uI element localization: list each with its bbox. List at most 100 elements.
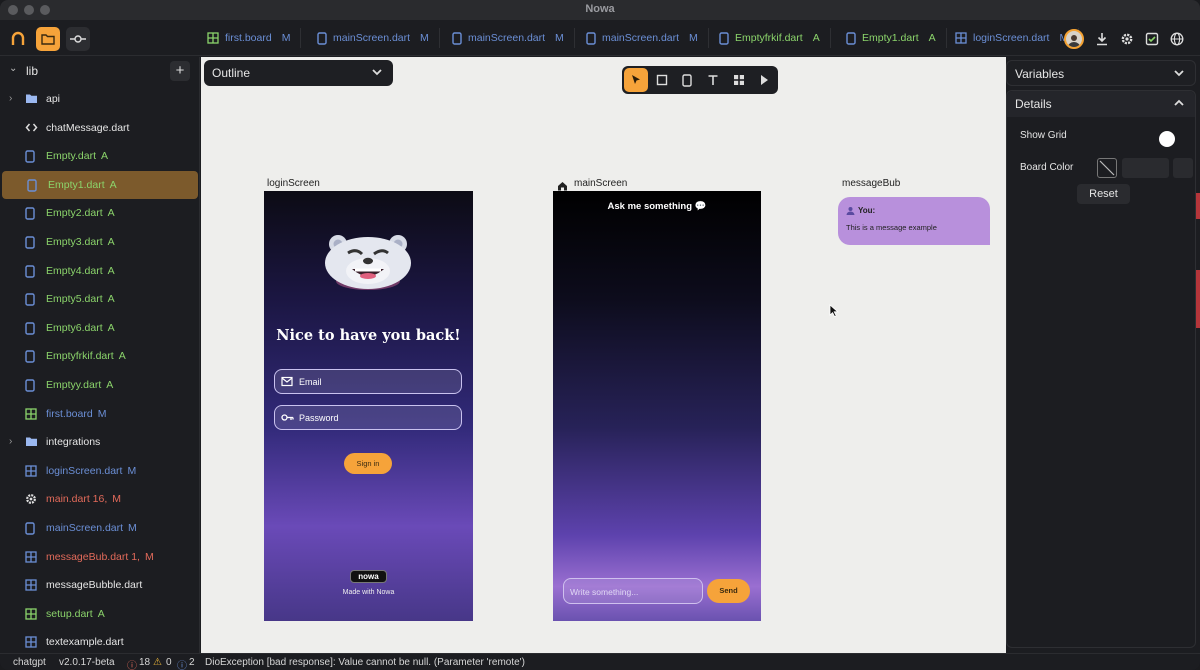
no-color-icon bbox=[1099, 160, 1115, 176]
color-value-field[interactable] bbox=[1122, 158, 1169, 178]
login-screen-frame[interactable]: Nice to have you back! Email Password Si… bbox=[264, 191, 473, 621]
phone-icon bbox=[25, 322, 37, 335]
sidebar-item-label: Emptyy.dart A bbox=[46, 379, 113, 391]
board-color-swatch[interactable] bbox=[1097, 158, 1117, 178]
nowa-badge: nowa bbox=[350, 570, 387, 583]
sidebar-item[interactable]: Empty5.dart A bbox=[0, 285, 199, 313]
file-status: A bbox=[107, 321, 115, 334]
show-grid-toggle[interactable] bbox=[1159, 131, 1175, 147]
sidebar-item[interactable]: textexample.dart bbox=[0, 628, 199, 653]
play-icon bbox=[761, 75, 769, 85]
editor-tab[interactable]: Emptyfrkif.dart A bbox=[719, 28, 831, 48]
bear-mascot-image bbox=[325, 235, 411, 290]
email-placeholder: Email bbox=[299, 377, 322, 387]
sidebar-item[interactable]: Empty.dart A bbox=[0, 142, 199, 170]
email-field[interactable]: Email bbox=[274, 369, 462, 394]
chevron-right-icon[interactable]: › bbox=[9, 436, 12, 447]
sidebar-item[interactable]: Emptyfrkif.dart A bbox=[0, 342, 199, 370]
sidebar-item[interactable]: › api bbox=[0, 85, 199, 113]
bubble-sender: You: bbox=[858, 206, 876, 215]
run-preview-button[interactable] bbox=[752, 68, 776, 92]
reset-button[interactable]: Reset bbox=[1077, 184, 1130, 204]
password-field[interactable]: Password bbox=[274, 405, 462, 430]
error-count[interactable]: 18 bbox=[139, 657, 150, 668]
send-button[interactable]: Send bbox=[707, 579, 750, 603]
title-bar: Nowa bbox=[0, 0, 1200, 20]
screen-tool-button[interactable] bbox=[675, 68, 699, 92]
sidebar-item[interactable]: first.board M bbox=[0, 400, 199, 428]
sign-in-button[interactable]: Sign in bbox=[344, 453, 392, 474]
password-placeholder: Password bbox=[299, 413, 339, 423]
variables-dropdown[interactable]: Variables bbox=[1006, 60, 1196, 86]
file-name: first.board bbox=[46, 407, 93, 420]
select-tool-button[interactable] bbox=[624, 68, 648, 92]
sidebar-item[interactable]: messageBub.dart 1, M bbox=[0, 543, 199, 571]
sidebar-item[interactable]: chatMessage.dart bbox=[0, 114, 199, 142]
tab-label: mainScreen.dart bbox=[468, 32, 546, 44]
rectangle-tool-button[interactable] bbox=[650, 68, 674, 92]
info-count[interactable]: 2 bbox=[189, 657, 195, 668]
frame-label-bubble[interactable]: messageBub bbox=[842, 178, 900, 189]
variables-label: Variables bbox=[1015, 67, 1065, 81]
sidebar-item[interactable]: Empty2.dart A bbox=[0, 199, 199, 227]
add-file-button[interactable]: + bbox=[170, 61, 190, 81]
editor-tab[interactable]: loginScreen.dart M bbox=[955, 28, 1080, 48]
sidebar-item[interactable]: Empty1.dart A bbox=[2, 170, 198, 199]
file-name: Empty1.dart bbox=[48, 178, 105, 191]
tab-label: Emptyfrkif.dart bbox=[735, 32, 803, 44]
files-view-button[interactable] bbox=[36, 27, 60, 51]
editor-tab[interactable]: Empty1.dart A bbox=[846, 28, 947, 48]
sidebar-item[interactable]: Emptyy.dart A bbox=[0, 371, 199, 399]
bubble-message: This is a message example bbox=[846, 223, 937, 232]
sidebar-item[interactable]: loginScreen.dart M bbox=[0, 457, 199, 485]
user-avatar[interactable] bbox=[1064, 29, 1084, 49]
file-status: A bbox=[97, 607, 105, 620]
sidebar-item[interactable]: mainScreen.dart M bbox=[0, 514, 199, 542]
sidebar-item[interactable]: Empty6.dart A bbox=[0, 314, 199, 342]
details-label: Details bbox=[1015, 97, 1052, 111]
checklist-icon[interactable] bbox=[1145, 32, 1159, 46]
editor-tab[interactable]: first.board M bbox=[207, 28, 302, 48]
folder-icon bbox=[41, 34, 55, 45]
file-name: Emptyy.dart bbox=[46, 379, 102, 391]
sidebar-item[interactable]: main.dart 16, M bbox=[0, 485, 199, 513]
editor-tab[interactable]: mainScreen.dart M bbox=[586, 28, 709, 48]
text-tool-button[interactable] bbox=[701, 68, 725, 92]
gear-icon[interactable] bbox=[1120, 32, 1134, 46]
frame-label-login[interactable]: loginScreen bbox=[267, 178, 320, 189]
explorer-root-label: lib bbox=[26, 64, 39, 78]
frame-label-main[interactable]: mainScreen bbox=[574, 178, 627, 189]
show-grid-label: Show Grid bbox=[1020, 130, 1067, 141]
details-header[interactable]: Details bbox=[1007, 91, 1195, 117]
globe-icon[interactable] bbox=[1170, 32, 1184, 46]
project-name[interactable]: chatgpt bbox=[13, 657, 46, 668]
version-label: v2.0.17-beta bbox=[59, 657, 115, 668]
sidebar-item-label: api bbox=[46, 93, 65, 105]
warning-count[interactable]: 0 bbox=[166, 657, 172, 668]
sidebar-item-label: Empty2.dart A bbox=[46, 207, 115, 219]
warning-icon: ⚠ bbox=[153, 657, 162, 668]
sidebar-item[interactable]: messageBubble.dart bbox=[0, 571, 199, 599]
sidebar-item[interactable]: › integrations bbox=[0, 428, 199, 456]
message-bubble-frame[interactable]: You: This is a message example bbox=[838, 197, 990, 245]
chevron-right-icon[interactable]: › bbox=[9, 93, 12, 104]
sidebar-item[interactable]: Empty4.dart A bbox=[0, 257, 199, 285]
git-view-button[interactable] bbox=[66, 27, 90, 51]
sidebar-item[interactable]: Empty3.dart A bbox=[0, 228, 199, 256]
color-opacity-field[interactable] bbox=[1173, 158, 1193, 178]
tab-label: Empty1.dart bbox=[862, 32, 919, 44]
download-icon[interactable] bbox=[1095, 32, 1109, 46]
editor-tab[interactable]: mainScreen.dart M bbox=[317, 28, 440, 48]
components-tool-button[interactable] bbox=[727, 68, 751, 92]
chevron-down-icon[interactable]: ⌄ bbox=[9, 63, 17, 74]
board-canvas[interactable]: Outline loginScreen Nice to have you bac… bbox=[201, 57, 1006, 653]
nowa-logo-button[interactable] bbox=[6, 27, 30, 51]
outline-dropdown[interactable]: Outline bbox=[204, 60, 393, 86]
phone-icon bbox=[25, 150, 37, 163]
info-icon: ⓘ bbox=[177, 661, 187, 670]
sidebar-item[interactable]: setup.dart A bbox=[0, 600, 199, 628]
editor-tab[interactable]: mainScreen.dart M bbox=[452, 28, 575, 48]
message-input[interactable]: Write something... bbox=[563, 578, 703, 604]
chevron-up-icon bbox=[1174, 99, 1184, 106]
main-screen-frame[interactable]: Ask me something 💬 Write something... Se… bbox=[553, 191, 761, 621]
